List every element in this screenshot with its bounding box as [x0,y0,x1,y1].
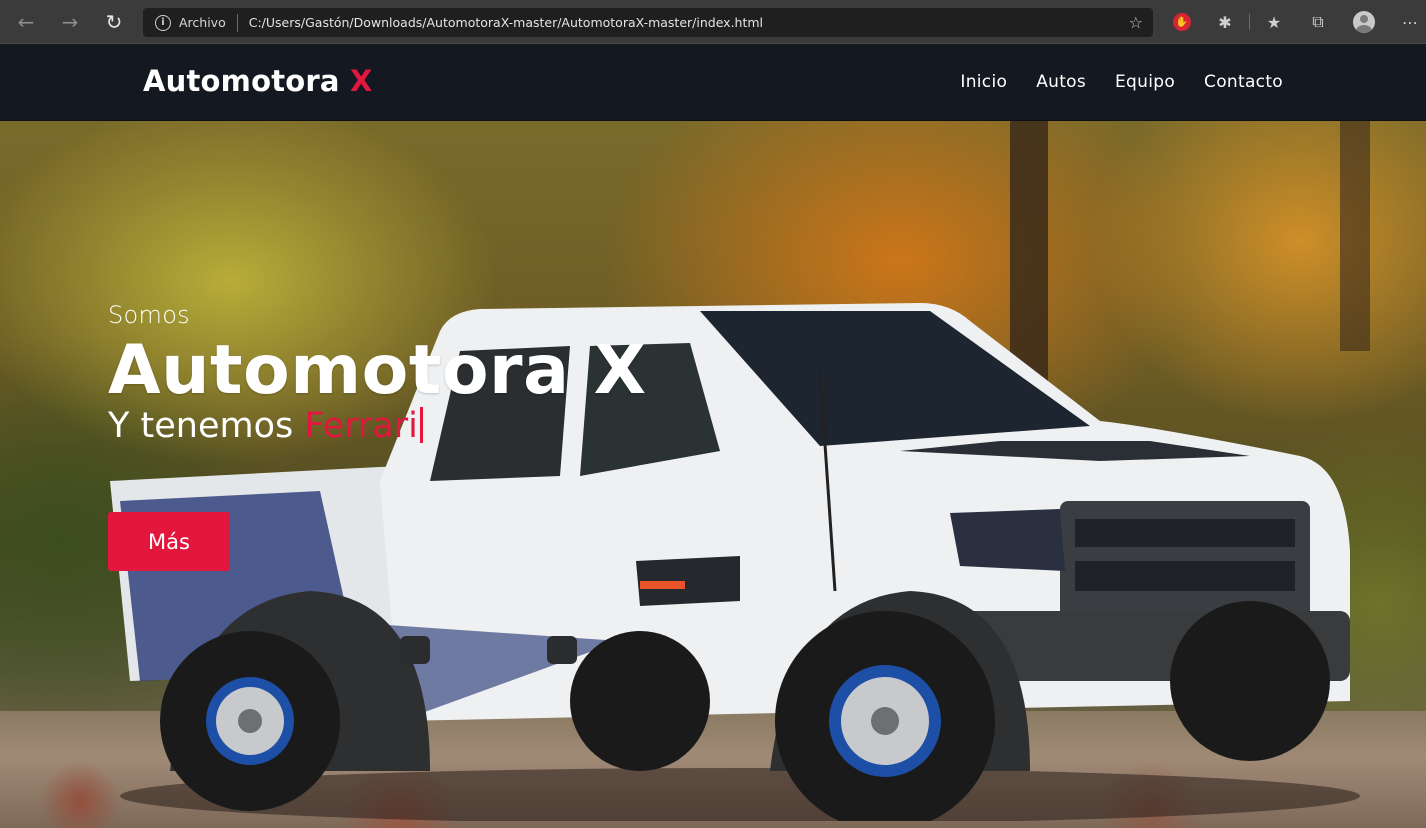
typing-cursor [419,407,423,443]
nav-link-inicio[interactable]: Inicio [960,72,1007,92]
extensions-icon[interactable]: ✱ [1213,10,1237,34]
hero-subtitle: Y tenemos Ferrari [108,406,647,446]
hero-pretitle: Somos [108,301,190,329]
back-icon[interactable]: ← [12,8,40,36]
extension-red-icon[interactable]: ✋ [1170,10,1194,34]
logo-accent: X [349,64,373,98]
address-prefix: Archivo [179,15,226,30]
collections-icon[interactable]: ⧉ [1306,10,1330,34]
hero-subtitle-prefix: Y tenemos [108,406,305,446]
profile-icon[interactable] [1352,10,1376,34]
add-favorite-icon[interactable]: ☆ [1129,13,1143,32]
nav-link-contacto[interactable]: Contacto [1204,72,1283,92]
hero-text: Somos Automotora X Y tenemos Ferrari [108,301,647,446]
nav-link-autos[interactable]: Autos [1036,72,1086,92]
address-url[interactable]: C:/Users/Gastón/Downloads/AutomotoraX-ma… [249,15,763,30]
info-icon[interactable]: i [155,14,171,31]
more-button[interactable]: Más [108,512,230,571]
hero-typed-word: Ferrari [304,406,418,446]
address-bar[interactable]: i Archivo C:/Users/Gastón/Downloads/Auto… [143,8,1153,37]
hero-title: Automotora X [108,331,647,410]
address-divider [236,13,238,32]
refresh-icon[interactable]: ↻ [100,8,128,36]
toolbar-divider [1249,14,1250,30]
browser-toolbar: ← → ↻ i Archivo C:/Users/Gastón/Download… [0,0,1426,44]
logo-text: Automotora [143,64,350,98]
site-logo[interactable]: Automotora X [143,64,373,98]
site-header: Automotora X Inicio Autos Equipo Contact… [0,44,1426,121]
favorites-icon[interactable]: ★ [1262,10,1286,34]
forward-icon[interactable]: → [56,8,84,36]
hero-section: Somos Automotora X Y tenemos Ferrari Más [0,121,1426,828]
main-nav: Inicio Autos Equipo Contacto [960,72,1283,92]
nav-link-equipo[interactable]: Equipo [1115,72,1175,92]
more-icon[interactable]: ⋯ [1398,10,1422,34]
